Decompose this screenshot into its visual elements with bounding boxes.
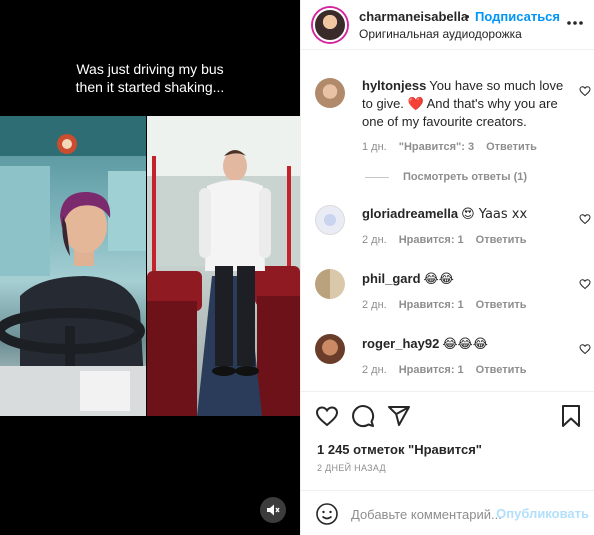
author-avatar[interactable] bbox=[313, 8, 347, 42]
author-username[interactable]: charmaneisabella bbox=[359, 9, 468, 24]
comment-time[interactable]: 2 дн. bbox=[362, 364, 387, 376]
emoji-icon[interactable] bbox=[315, 502, 339, 526]
comment-icon[interactable] bbox=[351, 404, 375, 428]
comment-text-block: phil_gard 😂😂 bbox=[362, 270, 567, 289]
comment-likes[interactable]: "Нравится": 3 bbox=[399, 141, 474, 153]
comment-meta: 2 дн. Нравится: 1 Ответить bbox=[362, 234, 539, 246]
comment-text-block: roger_hay92 😂😂😂 bbox=[362, 335, 567, 354]
post-comment-button[interactable]: Опубликовать bbox=[496, 506, 589, 521]
comment-meta: 1 дн. "Нравится": 3 Ответить bbox=[362, 141, 549, 153]
video-caption: Was just driving my bus then it started … bbox=[75, 61, 225, 95]
post-header: charmaneisabella • Подписаться Оригиналь… bbox=[301, 0, 594, 50]
add-comment-bar: Опубликовать bbox=[301, 490, 594, 535]
view-replies-label: Посмотреть ответы (1) bbox=[403, 171, 528, 183]
post-date[interactable]: 2 ДНЕЙ НАЗАД bbox=[317, 463, 386, 473]
comment-username[interactable]: roger_hay92 bbox=[362, 336, 439, 351]
comment-meta: 2 дн. Нравится: 1 Ответить bbox=[362, 299, 539, 311]
mute-button[interactable] bbox=[260, 497, 286, 523]
more-options-icon[interactable] bbox=[565, 13, 585, 33]
replies-divider bbox=[365, 176, 389, 178]
comment-input[interactable] bbox=[351, 504, 501, 524]
comment-text-block: hyltonjess You have so much love to give.… bbox=[362, 77, 567, 131]
heart-icon[interactable] bbox=[315, 404, 339, 428]
commenter-avatar[interactable] bbox=[315, 78, 345, 108]
reply-button[interactable]: Ответить bbox=[476, 299, 527, 311]
action-bar bbox=[301, 391, 594, 443]
comment-body: 😂😂😂 bbox=[442, 337, 488, 352]
view-replies-button[interactable]: Посмотреть ответы (1) bbox=[365, 171, 527, 183]
driver-illustration bbox=[0, 116, 146, 416]
comment-body: 😂😂 bbox=[423, 272, 454, 287]
comment-meta: 2 дн. Нравится: 1 Ответить bbox=[362, 364, 539, 376]
commenter-avatar[interactable] bbox=[315, 334, 345, 364]
reply-button[interactable]: Ответить bbox=[476, 234, 527, 246]
follow-button[interactable]: Подписаться bbox=[475, 9, 560, 24]
passenger-illustration bbox=[147, 116, 300, 416]
header-separator: • bbox=[465, 9, 470, 24]
comment-username[interactable]: hyltonjess bbox=[362, 78, 426, 93]
comment-time[interactable]: 2 дн. bbox=[362, 299, 387, 311]
bookmark-icon[interactable] bbox=[559, 404, 583, 428]
comment-username[interactable]: phil_gard bbox=[362, 271, 421, 286]
reply-button[interactable]: Ответить bbox=[476, 364, 527, 376]
speaker-muted-icon bbox=[267, 504, 280, 516]
video-frame-passenger bbox=[147, 116, 300, 416]
share-icon[interactable] bbox=[387, 404, 411, 428]
post-sidebar: charmaneisabella • Подписаться Оригиналь… bbox=[300, 0, 594, 535]
comment-username[interactable]: gloriadreamella bbox=[362, 206, 458, 221]
comment-likes[interactable]: Нравится: 1 bbox=[399, 299, 464, 311]
comment-body: 😍 Yaas xx bbox=[461, 207, 528, 222]
audio-label[interactable]: Оригинальная аудиодорожка bbox=[359, 27, 522, 41]
like-comment-heart-icon[interactable] bbox=[579, 343, 591, 355]
likes-count[interactable]: 1 245 отметок "Нравится" bbox=[317, 442, 482, 457]
like-comment-heart-icon[interactable] bbox=[579, 278, 591, 290]
comment-likes[interactable]: Нравится: 1 bbox=[399, 234, 464, 246]
comment-time[interactable]: 2 дн. bbox=[362, 234, 387, 246]
like-comment-heart-icon[interactable] bbox=[579, 213, 591, 225]
reply-button[interactable]: Ответить bbox=[486, 141, 537, 153]
comment-list[interactable]: hyltonjess You have so much love to give.… bbox=[301, 51, 594, 391]
like-comment-heart-icon[interactable] bbox=[579, 85, 591, 97]
comment-text-block: gloriadreamella 😍 Yaas xx bbox=[362, 205, 567, 224]
comment-likes[interactable]: Нравится: 1 bbox=[399, 364, 464, 376]
comment-time[interactable]: 1 дн. bbox=[362, 141, 387, 153]
video-frame-driver bbox=[0, 116, 146, 416]
commenter-avatar[interactable] bbox=[315, 269, 345, 299]
commenter-avatar[interactable] bbox=[315, 205, 345, 235]
video-player[interactable]: Was just driving my bus then it started … bbox=[0, 0, 300, 535]
